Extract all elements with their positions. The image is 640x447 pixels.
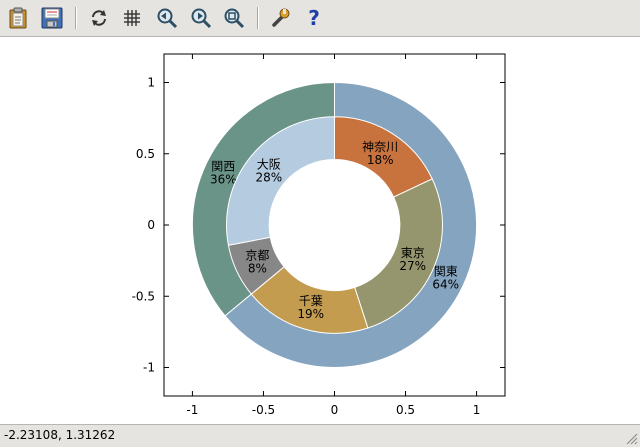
help-icon: ?	[308, 6, 320, 30]
unzoom-forward-button[interactable]	[189, 6, 213, 30]
cursor-coordinates: -2.23108, 1.31262	[4, 428, 116, 442]
help-button[interactable]: ?	[302, 6, 326, 30]
unzoom-back-button[interactable]	[155, 6, 179, 30]
x-tick-label: -1	[186, 403, 198, 417]
refresh-icon	[92, 10, 106, 26]
options-button[interactable]	[268, 6, 292, 30]
toolbar-separator	[75, 7, 77, 29]
y-tick-label: 1	[147, 76, 155, 90]
nested-donut-chart: -1 -0.5 0 0.5 1 1 0.5 0 -0.5 -1 関東64% 関西36% 神奈川18% 東京…	[132, 53, 506, 417]
slice-label: 神奈川	[362, 140, 398, 154]
y-tick-label: -1	[143, 361, 155, 375]
zoom-forward-icon	[191, 8, 212, 29]
slice-label: 関西	[211, 160, 235, 174]
slice-percent-label: 19%	[297, 307, 324, 321]
x-tick-label: 0	[331, 403, 339, 417]
slice-label: 大阪	[257, 158, 281, 172]
save-icon	[41, 7, 63, 29]
slice-label: 千葉	[299, 294, 323, 308]
x-tick-label: -0.5	[252, 403, 275, 417]
slice-label: 東京	[401, 246, 425, 260]
y-tick-label: -0.5	[132, 289, 155, 303]
save-button[interactable]	[40, 6, 64, 30]
slice-percent-label: 27%	[399, 259, 426, 273]
slice-label: 関東	[434, 264, 458, 278]
plot-area[interactable]: -1 -0.5 0 0.5 1 1 0.5 0 -0.5 -1 関東 64% 関西 36% 神奈川 18% 東京…	[0, 37, 640, 424]
x-tick-label: 0.5	[396, 403, 415, 417]
grid-icon	[124, 10, 140, 26]
slice-percent-label: 18%	[367, 153, 394, 167]
replot-button[interactable]	[87, 6, 111, 30]
slice-label: 京都	[245, 248, 269, 262]
clipboard-icon	[9, 7, 27, 29]
x-tick-label: 1	[473, 403, 481, 417]
slice-percent-label: 36%	[210, 173, 237, 187]
toolbar: ?	[0, 0, 640, 37]
y-tick-label: 0	[147, 218, 155, 232]
statusbar: -2.23108, 1.31262	[0, 424, 640, 447]
slice-percent-label: 28%	[255, 171, 282, 185]
toolbar-separator	[257, 7, 259, 29]
y-tick-label: 0.5	[136, 147, 155, 161]
wrench-icon	[272, 8, 290, 27]
zoom-back-icon	[157, 8, 178, 29]
zoom-reset-icon	[224, 8, 245, 29]
unzoom-all-button[interactable]	[222, 6, 246, 30]
slice-percent-label: 8%	[248, 261, 267, 275]
copy-to-clipboard-button[interactable]	[6, 6, 30, 30]
grid-button[interactable]	[120, 6, 144, 30]
resize-grip-icon[interactable]	[625, 432, 638, 445]
slice-percent-label: 64%	[432, 277, 459, 291]
